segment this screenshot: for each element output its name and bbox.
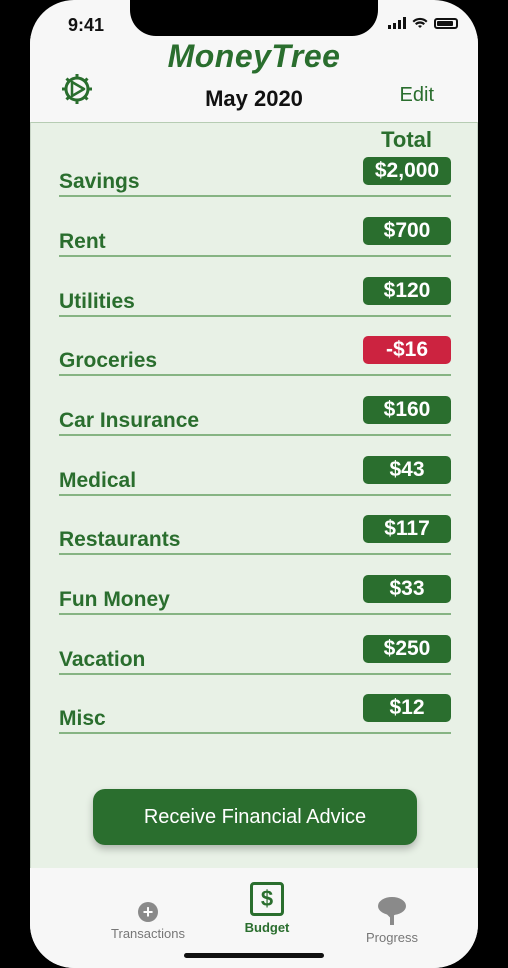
app-screen: 9:41 MoneyTree May 2020 Edit Total Savin… [30,0,478,968]
row-divider [59,434,451,436]
row-label: Medical [59,469,137,492]
battery-icon [434,17,458,29]
amount-badge: $43 [363,456,451,484]
plus-circle-icon: + [138,902,158,922]
row-divider [59,195,451,197]
row-divider [59,613,451,615]
row-label: Restaurants [59,528,181,551]
row-divider [59,374,451,376]
amount-badge-negative: -$16 [363,336,451,364]
row-divider [59,732,451,734]
amount-badge: $2,000 [363,157,451,185]
budget-row-medical[interactable]: Medical $43 [59,456,451,496]
total-column-header: Total [381,127,432,152]
budget-row-misc[interactable]: Misc $12 [59,694,451,734]
row-label: Rent [59,230,106,253]
status-icons [388,17,458,29]
budget-row-groceries[interactable]: Groceries -$16 [59,336,451,376]
amount-badge: $117 [363,515,451,543]
status-time: 9:41 [68,15,105,35]
tab-label: Progress [365,930,419,945]
amount-badge: $700 [363,217,451,245]
budget-row-restaurants[interactable]: Restaurants $117 [59,515,451,555]
header: MoneyTree May 2020 Edit [30,36,478,122]
app-title: MoneyTree [167,38,341,74]
tab-budget[interactable]: $ Budget [242,882,292,935]
budget-row-car-insurance[interactable]: Car Insurance $160 [59,396,451,436]
phone-frame: 9:41 MoneyTree May 2020 Edit Total Savin… [0,0,508,968]
row-label: Utilities [59,290,135,313]
dollar-box-icon: $ [250,882,284,916]
home-indicator[interactable] [184,953,324,958]
row-divider [59,673,451,675]
row-label: Car Insurance [59,409,200,432]
budget-row-fun-money[interactable]: Fun Money $33 [59,575,451,615]
budget-row-savings[interactable]: Savings $2,000 [59,157,451,197]
amount-badge: $120 [363,277,451,305]
row-divider [59,255,451,257]
row-divider [59,553,451,555]
row-label: Vacation [59,648,146,671]
row-label: Savings [59,170,140,193]
amount-badge: $160 [363,396,451,424]
tab-label: Budget [244,920,290,935]
budget-list: Total Savings $2,000 Rent $700 Utilities… [30,122,478,868]
tab-bar: + Transactions $ Budget Progress [30,868,478,968]
budget-row-rent[interactable]: Rent $700 [59,217,451,257]
row-divider [59,315,451,317]
amount-badge: $250 [363,635,451,663]
budget-row-utilities[interactable]: Utilities $120 [59,277,451,317]
amount-badge: $33 [363,575,451,603]
tree-icon [378,897,406,925]
budget-row-vacation[interactable]: Vacation $250 [59,635,451,675]
row-label: Fun Money [59,588,170,611]
row-label: Misc [59,707,106,730]
amount-badge: $12 [363,694,451,722]
row-label: Groceries [59,349,158,372]
tab-label: Transactions [111,926,185,941]
edit-button[interactable]: Edit [400,84,434,107]
receive-financial-advice-button[interactable]: Receive Financial Advice [93,789,417,845]
notch [130,0,378,36]
row-divider [59,494,451,496]
tab-transactions[interactable]: + Transactions [108,902,188,941]
tab-progress[interactable]: Progress [352,896,432,945]
signal-icon [388,17,406,29]
wifi-icon [412,17,428,28]
